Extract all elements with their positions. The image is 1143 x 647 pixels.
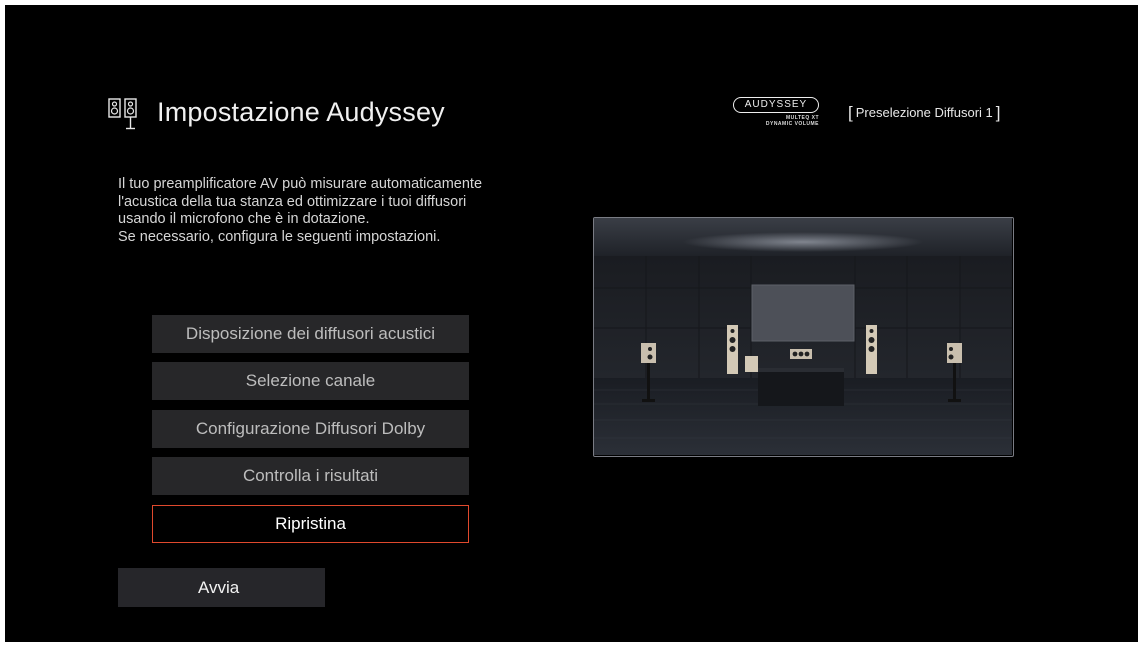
description-line: Se necessario, configura le seguenti imp… — [118, 228, 441, 245]
preset-label: Preselezione Diffusori 1 — [855, 105, 993, 120]
check-results-button[interactable]: Controlla i risultati — [152, 457, 469, 495]
start-button[interactable]: Avvia — [118, 568, 325, 607]
description: Il tuo preamplificatore AV può misurare … — [118, 176, 588, 246]
logo-brand: AUDYSSEY — [733, 97, 819, 113]
page-title: Impostazione Audyssey — [157, 97, 445, 127]
channel-select-button[interactable]: Selezione canale — [152, 362, 469, 400]
description-line: l'acustica della tua stanza ed ottimizza… — [118, 193, 467, 210]
speakers-icon — [108, 98, 137, 130]
bracket-open: [ — [848, 103, 853, 122]
room-illustration — [594, 218, 1012, 455]
dolby-speaker-config-button[interactable]: Configurazione Diffusori Dolby — [152, 410, 469, 448]
restore-button[interactable]: Ripristina — [152, 505, 469, 543]
screen: Impostazione Audyssey AUDYSSEY MULTEQ XT… — [5, 5, 1138, 642]
bracket-close: ] — [995, 103, 1001, 122]
audyssey-logo: AUDYSSEY MULTEQ XT DYNAMIC VOLUME — [733, 97, 819, 129]
speaker-preset: [Preselezione Diffusori 1] — [845, 102, 1004, 122]
description-line: Il tuo preamplificatore AV può misurare … — [118, 176, 483, 192]
description-line: usando il microfono che è in dotazione. — [118, 211, 370, 227]
logo-line3: DYNAMIC VOLUME — [765, 121, 819, 127]
room-preview — [593, 217, 1014, 457]
speaker-layout-button[interactable]: Disposizione dei diffusori acustici — [152, 315, 469, 353]
